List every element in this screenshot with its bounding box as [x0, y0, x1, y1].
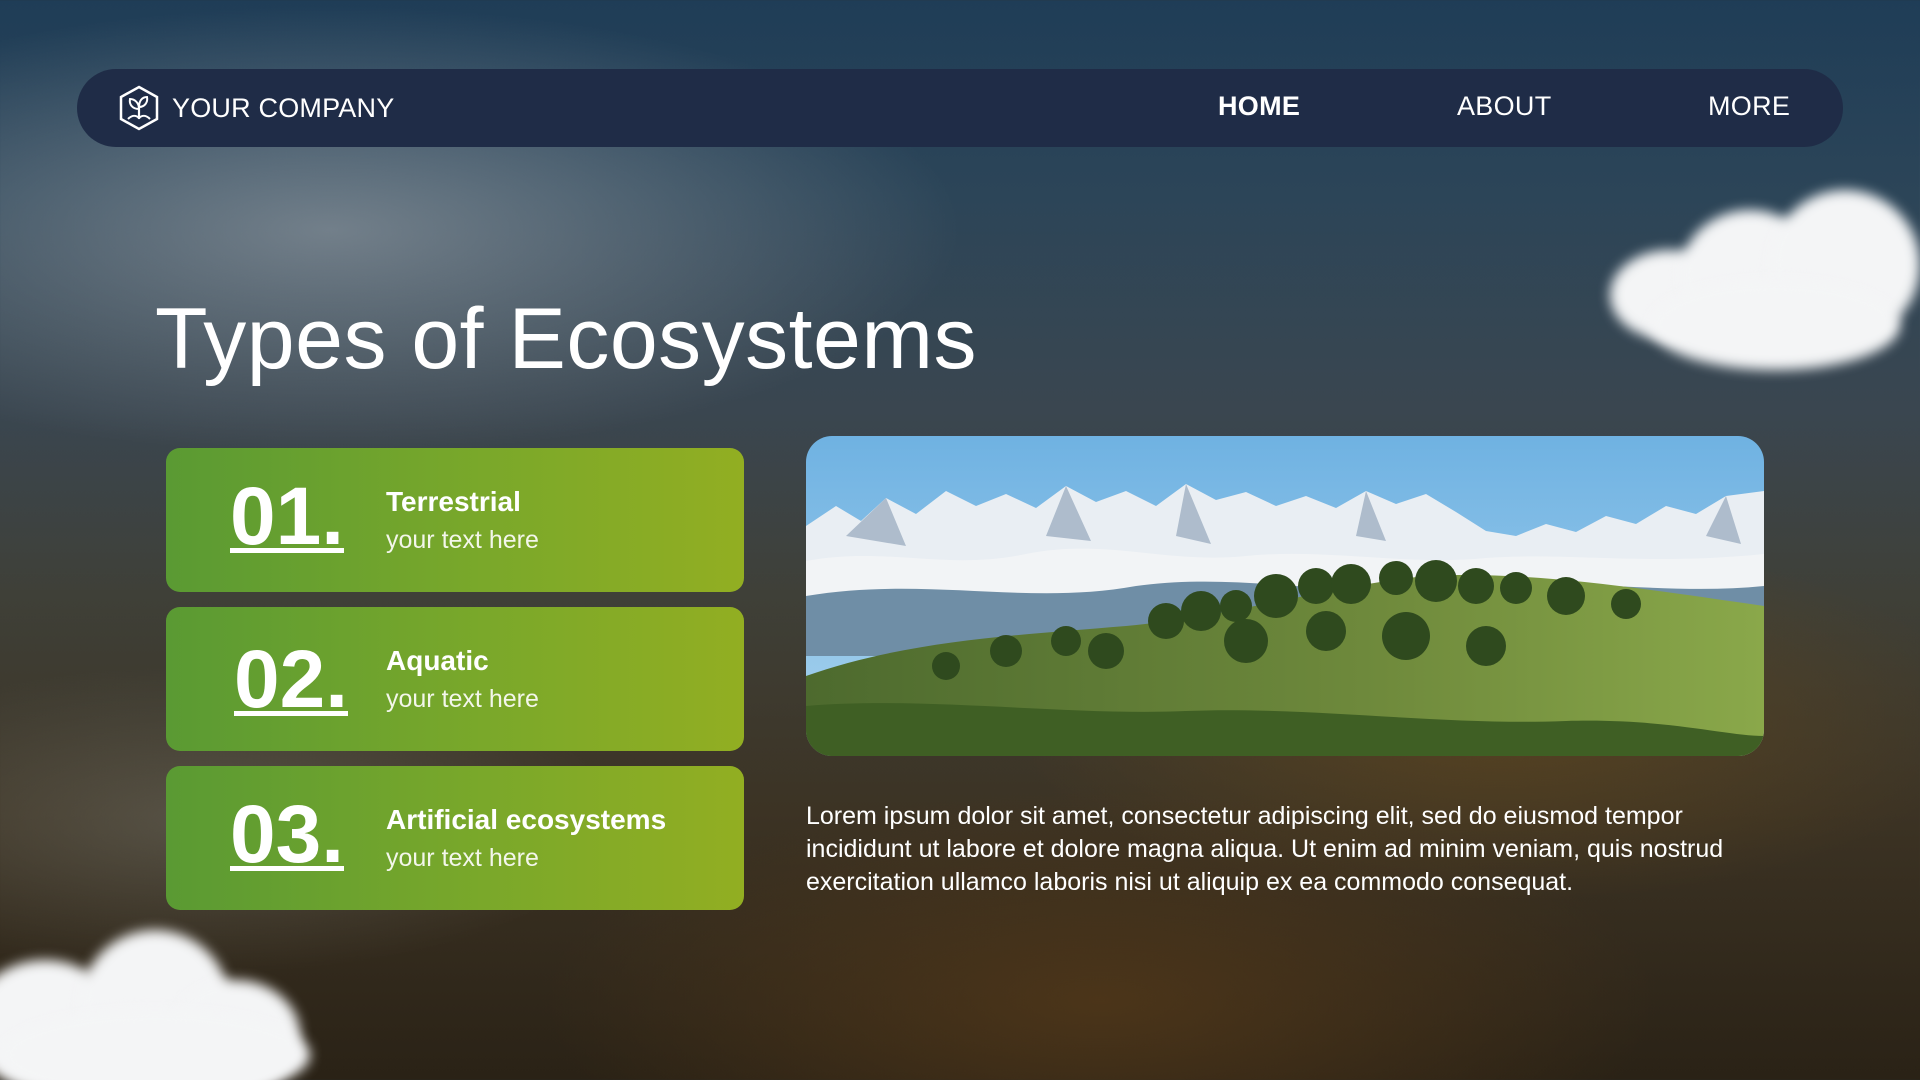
cloud-decoration-bottom-left	[0, 920, 330, 1080]
ecosystem-card-terrestrial[interactable]: 01. Terrestrial your text here	[166, 448, 744, 592]
card-number: 01.	[230, 471, 344, 562]
body-paragraph: Lorem ipsum dolor sit amet, consectetur …	[806, 802, 1724, 896]
ecosystem-card-artificial[interactable]: 03. Artificial ecosystems your text here	[166, 766, 744, 910]
brand-name: YOUR COMPANY	[172, 92, 395, 123]
mountain-landscape-photo	[806, 436, 1764, 756]
card-title: Aquatic	[386, 645, 489, 676]
card-subtitle: your text here	[386, 526, 539, 554]
nav-link-home[interactable]: HOME	[1218, 91, 1300, 122]
card-subtitle: your text here	[386, 844, 539, 872]
top-navigation-bar: YOUR COMPANY HOME ABOUT MORE	[77, 69, 1843, 147]
page-title: Types of Ecosystems	[155, 291, 978, 387]
leaf-hexagon-icon	[119, 85, 159, 131]
cloud-decoration-top-right	[1590, 190, 1920, 390]
ecosystem-card-aquatic[interactable]: 02. Aquatic your text here	[166, 607, 744, 751]
brand[interactable]: YOUR COMPANY	[118, 85, 394, 131]
card-subtitle: your text here	[386, 685, 539, 713]
card-title: Terrestrial	[386, 486, 521, 517]
card-title: Artificial ecosystems	[386, 804, 667, 835]
nav-link-more[interactable]: MORE	[1708, 91, 1790, 122]
card-number: 03.	[230, 789, 344, 880]
card-number: 02.	[234, 634, 348, 725]
nav-link-about[interactable]: ABOUT	[1457, 91, 1552, 122]
